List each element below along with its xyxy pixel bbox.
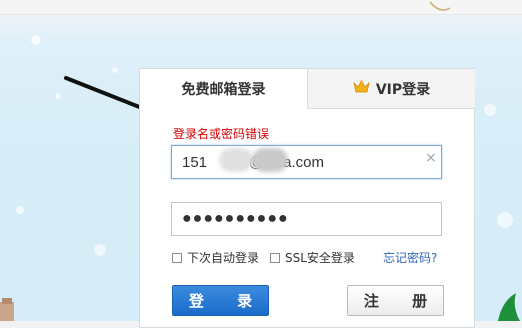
auto-login-option[interactable]: 下次自动登录 (172, 249, 259, 266)
tab-free-mail-login[interactable]: 免费邮箱登录 (140, 69, 307, 109)
ssl-login-option[interactable]: SSL安全登录 (270, 249, 355, 266)
forgot-password-link[interactable]: 忘记密码? (383, 249, 437, 266)
auto-login-checkbox[interactable] (172, 252, 182, 263)
login-button-label: 登 录 (188, 292, 267, 310)
login-button[interactable]: 登 录 (172, 285, 269, 316)
tab-vip-label: VIP登录 (375, 81, 431, 98)
email-input[interactable] (171, 145, 442, 179)
tab-free-label: 免费邮箱登录 (181, 82, 266, 98)
redaction-blur (219, 148, 253, 172)
leaf-decoration (498, 293, 520, 321)
register-button[interactable]: 注 册 (347, 285, 444, 316)
tab-vip-login[interactable]: VIP登录 (307, 69, 475, 109)
corner-decoration (0, 298, 14, 321)
error-message: 登录名或密码错误 (173, 127, 270, 141)
clear-icon[interactable]: × (425, 150, 437, 166)
ssl-login-label: SSL安全登录 (285, 251, 355, 265)
auto-login-label: 下次自动登录 (187, 251, 260, 265)
redaction-blur (252, 148, 288, 172)
register-button-label: 注 册 (363, 292, 442, 310)
crown-icon (353, 80, 370, 97)
ssl-login-checkbox[interactable] (270, 252, 280, 263)
top-bar (0, 0, 522, 15)
password-input[interactable] (171, 202, 442, 236)
